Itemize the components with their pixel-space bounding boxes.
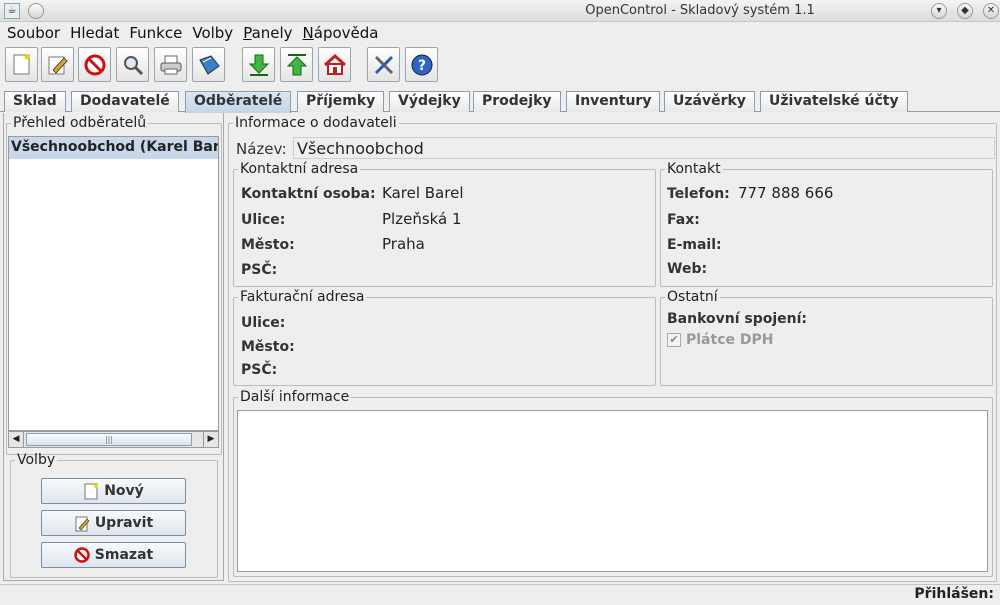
new-button[interactable]: Nový <box>41 478 186 504</box>
web-label: Web: <box>667 261 708 277</box>
horizontal-scrollbar[interactable]: ◀ ||| ▶ <box>8 431 219 448</box>
options-title: Volby <box>17 452 56 468</box>
edit-record-button[interactable]: Upravit <box>41 510 186 536</box>
city-label: Město: <box>241 237 295 253</box>
help-icon: ? <box>411 54 432 75</box>
vat-label: Plátce DPH <box>686 332 774 348</box>
customer-list[interactable]: Všechnoobchod (Karel Barel) <box>8 136 219 431</box>
home-icon <box>323 53 346 75</box>
download-button[interactable] <box>242 47 275 82</box>
more-info-textarea[interactable] <box>237 410 988 572</box>
search-button[interactable] <box>116 47 149 82</box>
menu-napoveda[interactable]: Nápověda <box>300 22 386 44</box>
phone-value: 777 888 666 <box>738 184 834 202</box>
edit-button[interactable] <box>41 47 74 82</box>
menu-soubor[interactable]: Soubor <box>4 22 67 44</box>
window-title: OpenControl - Skladový systém 1.1 <box>585 3 815 18</box>
new-document-icon <box>84 483 99 499</box>
billing-street-label: Ulice: <box>241 315 286 331</box>
new-button-label: Nový <box>104 483 144 499</box>
contact-title: Kontakt <box>667 161 721 177</box>
status-bar: Přihlášen: <box>0 584 1000 605</box>
menu-volby[interactable]: Volby <box>189 22 240 44</box>
contact-person-value: Karel Barel <box>382 184 464 202</box>
tab-strip: Sklad Dodavatelé Odběratelé Příjemky Výd… <box>0 88 1000 113</box>
contact-person-label: Kontaktní osoba: <box>241 186 376 202</box>
help-button[interactable]: ? <box>405 47 438 82</box>
svg-text:?: ? <box>417 58 425 74</box>
billing-address-title: Fakturační adresa <box>240 289 365 305</box>
arrow-up-icon <box>286 53 307 75</box>
list-item[interactable]: Všechnoobchod (Karel Barel) <box>9 137 218 159</box>
edit-button-label: Upravit <box>94 515 154 531</box>
tab-uzivatelske-ucty[interactable]: Uživatelské účty <box>760 91 908 112</box>
new-document-icon <box>13 54 29 74</box>
delete-button-label: Smazat <box>94 547 154 563</box>
logged-in-label: Přihlášen: <box>914 586 994 602</box>
more-info-title: Další informace <box>240 389 350 405</box>
upload-button[interactable] <box>280 47 313 82</box>
tab-dodavatele[interactable]: Dodavatelé <box>71 91 179 112</box>
edit-icon <box>48 56 68 74</box>
tab-prijemky[interactable]: Příjemky <box>297 91 385 112</box>
name-label: Název: <box>236 140 287 158</box>
tab-prodejky[interactable]: Prodejky <box>473 91 561 112</box>
street-label: Ulice: <box>241 212 286 228</box>
tab-sklad[interactable]: Sklad <box>4 91 66 112</box>
bank-label: Bankovní spojení: <box>667 311 808 327</box>
menu-funkce[interactable]: Funkce <box>126 22 189 44</box>
menu-bar: Soubor Hledat Funkce Volby Panely Nápově… <box>0 22 1000 44</box>
tools-icon <box>374 55 393 74</box>
vat-checkbox[interactable]: ✔ <box>667 333 681 347</box>
street-value: Plzeňská 1 <box>382 210 462 228</box>
scroll-left-arrow[interactable]: ◀ <box>9 432 24 447</box>
scroll-thumb[interactable]: ||| <box>26 433 192 446</box>
supplier-info-title: Informace o dodavateli <box>235 115 397 131</box>
menu-hledat[interactable]: Hledat <box>67 22 126 44</box>
printer-icon <box>160 55 181 74</box>
billing-city-label: Město: <box>241 339 295 355</box>
billing-address-group: Fakturační adresa <box>233 289 656 386</box>
phone-label: Telefon: <box>667 186 730 202</box>
delete-button[interactable] <box>78 47 111 82</box>
tab-inventury[interactable]: Inventury <box>566 91 661 112</box>
export-button[interactable] <box>192 47 225 82</box>
magnifier-icon <box>123 55 143 75</box>
zip-label: PSČ: <box>241 262 278 278</box>
city-value: Praha <box>382 235 425 253</box>
email-label: E-mail: <box>667 237 722 253</box>
no-entry-icon <box>74 547 90 563</box>
minimize-button[interactable]: ▾ <box>931 3 947 19</box>
arrow-down-icon <box>248 54 269 76</box>
other-title: Ostatní <box>667 289 718 305</box>
print-button[interactable] <box>154 47 187 82</box>
contact-address-title: Kontaktní adresa <box>240 161 359 177</box>
tab-odberatele[interactable]: Odběratelé <box>185 91 292 113</box>
fax-label: Fax: <box>667 212 700 228</box>
tools-button[interactable] <box>367 47 400 82</box>
toolbar: ? <box>0 44 1000 86</box>
title-bar: ☕ OpenControl - Skladový systém 1.1 ▾ ◆ … <box>0 0 1000 22</box>
maximize-button[interactable]: ◆ <box>957 3 973 19</box>
edit-icon <box>75 516 90 531</box>
book-icon <box>198 54 220 75</box>
tab-uzaverky[interactable]: Uzávěrky <box>664 91 755 112</box>
name-field[interactable]: Všechnoobchod <box>293 137 995 159</box>
billing-zip-label: PSČ: <box>241 362 278 378</box>
close-button[interactable]: ✕ <box>983 3 999 19</box>
delete-record-button[interactable]: Smazat <box>41 542 186 568</box>
customer-overview-title: Přehled odběratelů <box>13 115 147 131</box>
new-document-button[interactable] <box>5 47 38 82</box>
scroll-right-arrow[interactable]: ▶ <box>203 432 218 447</box>
home-button[interactable] <box>318 47 351 82</box>
tab-vydejky[interactable]: Výdejky <box>389 91 470 112</box>
contact-group: Kontakt <box>660 161 993 287</box>
no-entry-icon <box>84 54 105 75</box>
menu-panely[interactable]: Panely <box>240 22 299 44</box>
